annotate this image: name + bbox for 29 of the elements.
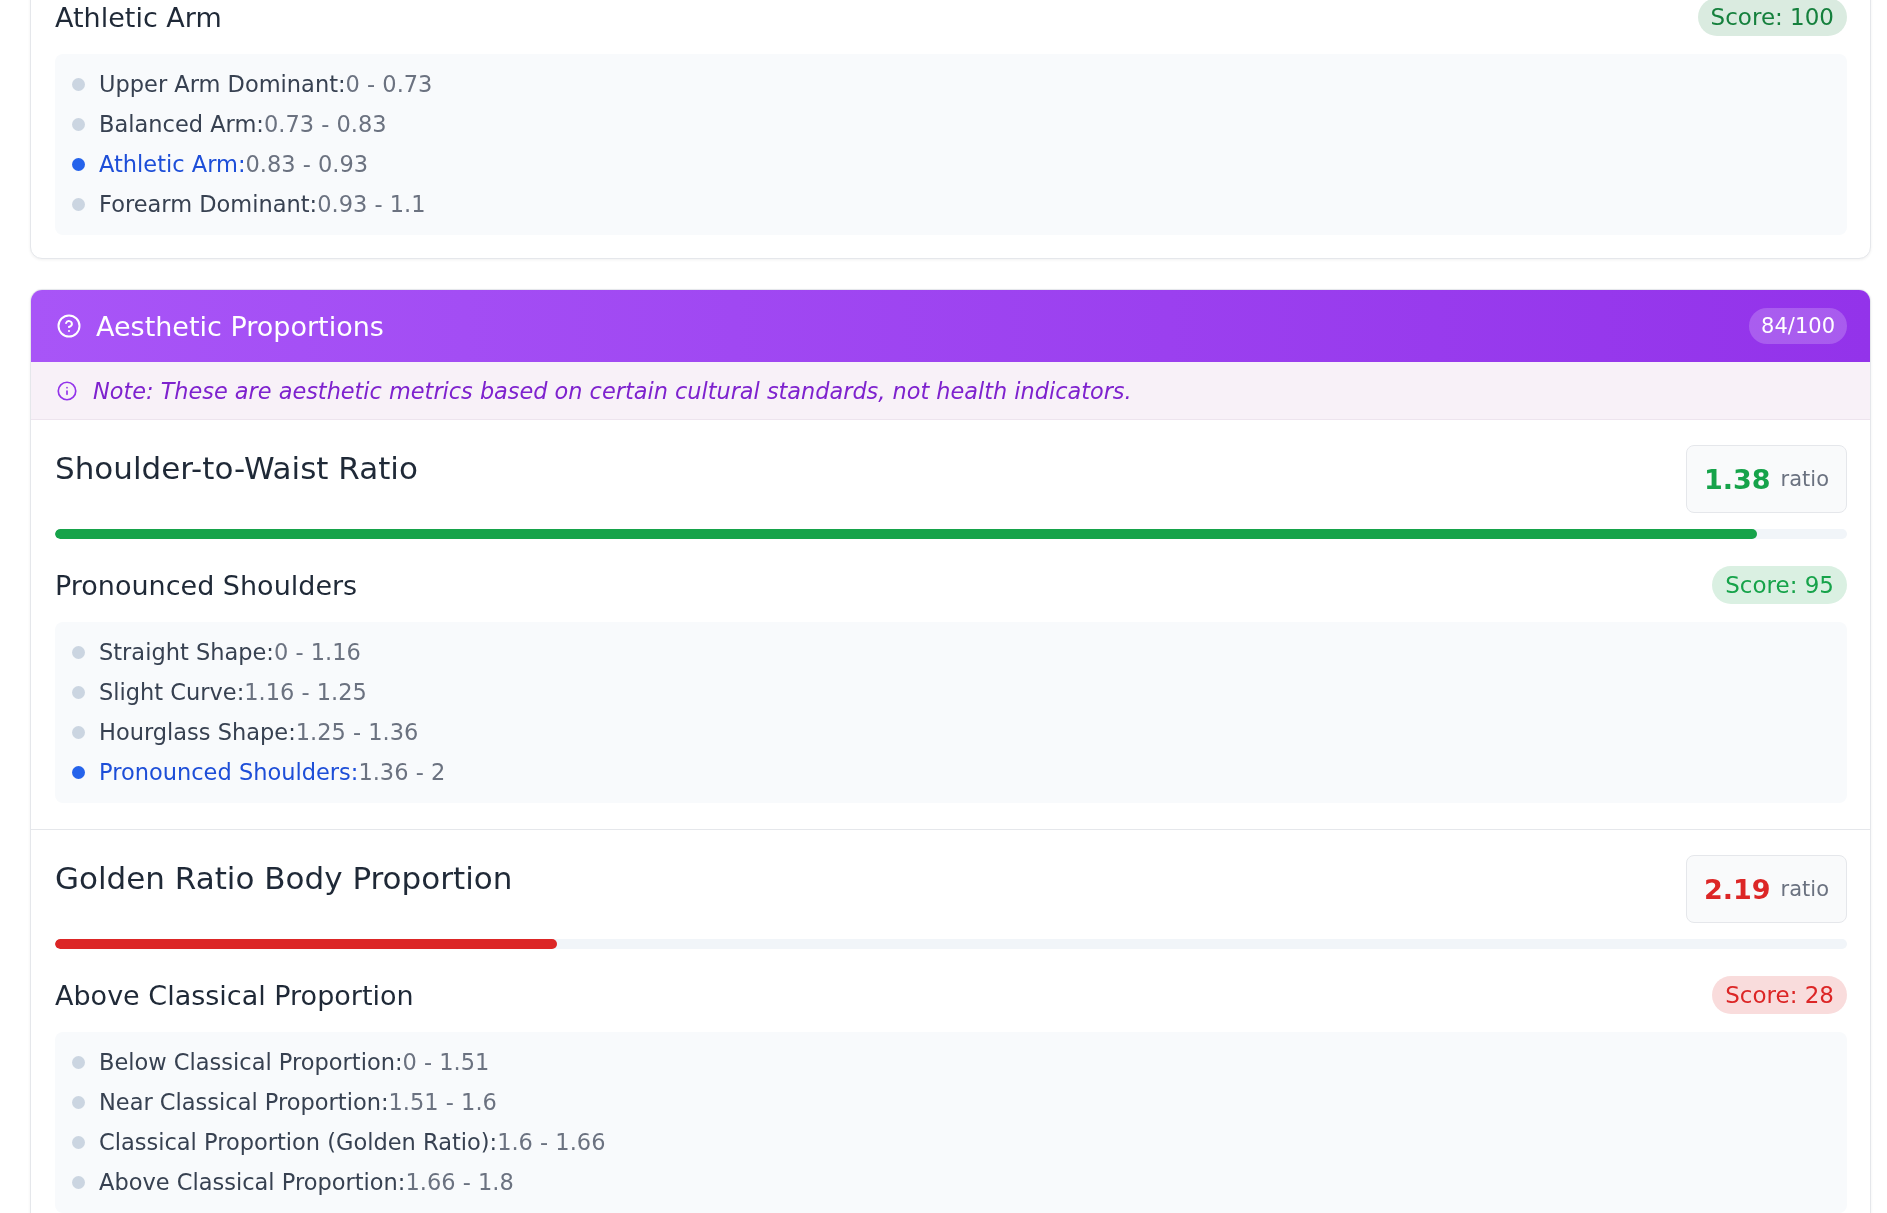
interpretation-label: Athletic Arm	[55, 1, 222, 33]
score-badge: Score: 95	[1712, 566, 1847, 604]
score-badge: Score: 100	[1697, 0, 1847, 36]
metric-title: Shoulder-to-Waist Ratio	[55, 449, 418, 488]
range-text: Near Classical Proportion:1.51 - 1.6	[99, 1089, 497, 1115]
range-text: Upper Arm Dominant:0 - 0.73	[99, 71, 433, 97]
range-text: Classical Proportion (Golden Ratio):1.6 - 1.66	[99, 1129, 606, 1155]
range-text: Straight Shape:0 - 1.16	[99, 639, 361, 665]
range-text: Above Classical Proportion:1.66 - 1.8	[99, 1169, 514, 1195]
range-text: Balanced Arm:0.73 - 0.83	[99, 111, 387, 137]
ratio-unit: ratio	[1780, 877, 1829, 901]
ratio-value: 2.19	[1703, 873, 1771, 905]
metric-title: Golden Ratio Body Proportion	[55, 859, 513, 898]
section-title: Aesthetic Proportions	[96, 310, 385, 342]
range-text: Forearm Dominant:0.93 - 1.1	[99, 191, 426, 217]
range-text: Below Classical Proportion:0 - 1.51	[99, 1049, 490, 1075]
info-icon	[57, 380, 77, 401]
ratio-value: 1.38	[1703, 463, 1771, 495]
help-icon	[57, 314, 81, 338]
range-text: Hourglass Shape:1.25 - 1.36	[99, 719, 419, 745]
range-text: Pronounced Shoulders:1.36 - 2	[99, 759, 446, 785]
interpretation-label: Above Classical Proportion	[55, 979, 414, 1011]
range-text: Slight Curve:1.16 - 1.25	[99, 679, 367, 705]
score-badge: Score: 28	[1712, 976, 1847, 1014]
ratio-unit: ratio	[1780, 467, 1829, 491]
range-text: Athletic Arm:0.83 - 0.93	[99, 151, 369, 177]
note-text: Note: These are aesthetic metrics based on certain cultural standards, not health indicators.	[93, 377, 1132, 404]
section-score-badge: 84/100	[1749, 308, 1847, 344]
interpretation-label: Pronounced Shoulders	[55, 569, 358, 601]
